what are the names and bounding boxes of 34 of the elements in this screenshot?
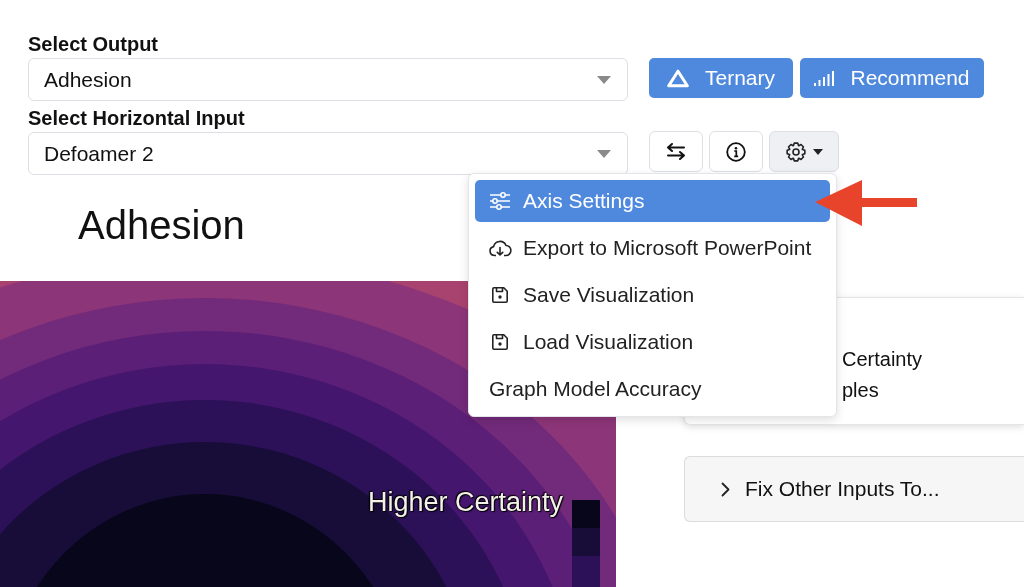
ternary-button[interactable]: Ternary [649, 58, 793, 98]
option-label: ples [842, 378, 880, 403]
signal-bars-icon [814, 70, 835, 86]
legend-label: Higher Certainty [367, 487, 563, 517]
recommend-button[interactable]: Recommend [800, 58, 984, 98]
legend-swatch-icon [572, 556, 600, 587]
cloud-download-icon [489, 239, 512, 257]
option-label: Certainty [842, 347, 924, 372]
input-select[interactable]: Defoamer 2 [28, 132, 628, 175]
plot-title: Adhesion [78, 202, 245, 249]
fix-inputs-toggle[interactable]: Fix Other Inputs To... [684, 456, 1024, 522]
settings-button[interactable] [769, 131, 839, 172]
legend-swatch-icon [572, 528, 600, 556]
caret-icon [597, 75, 611, 84]
triangle-icon [667, 68, 689, 88]
caret-icon [812, 148, 823, 155]
info-icon [726, 141, 746, 162]
settings-icon [785, 141, 806, 162]
swap-button[interactable] [649, 131, 703, 172]
info-button[interactable] [709, 131, 763, 172]
legend-swatch-icon [572, 500, 600, 528]
swap-arrows-icon [666, 143, 686, 160]
floppy-disk-icon [491, 286, 509, 304]
menu-item[interactable]: Axis Settings [475, 180, 830, 222]
output-label: Select Output [28, 32, 159, 56]
floppy-disk-icon [491, 333, 509, 351]
caret-icon [597, 149, 611, 158]
output-select[interactable]: Adhesion [28, 58, 628, 101]
menu-item[interactable]: Load Visualization [475, 321, 830, 363]
menu-item[interactable]: Export to Microsoft PowerPoint [475, 227, 830, 269]
sliders-icon [489, 192, 511, 210]
menu-item[interactable]: Save Visualization [475, 274, 830, 316]
input-label: Select Horizontal Input [28, 106, 246, 130]
menu-item[interactable]: Graph Model Accuracy [475, 368, 830, 410]
